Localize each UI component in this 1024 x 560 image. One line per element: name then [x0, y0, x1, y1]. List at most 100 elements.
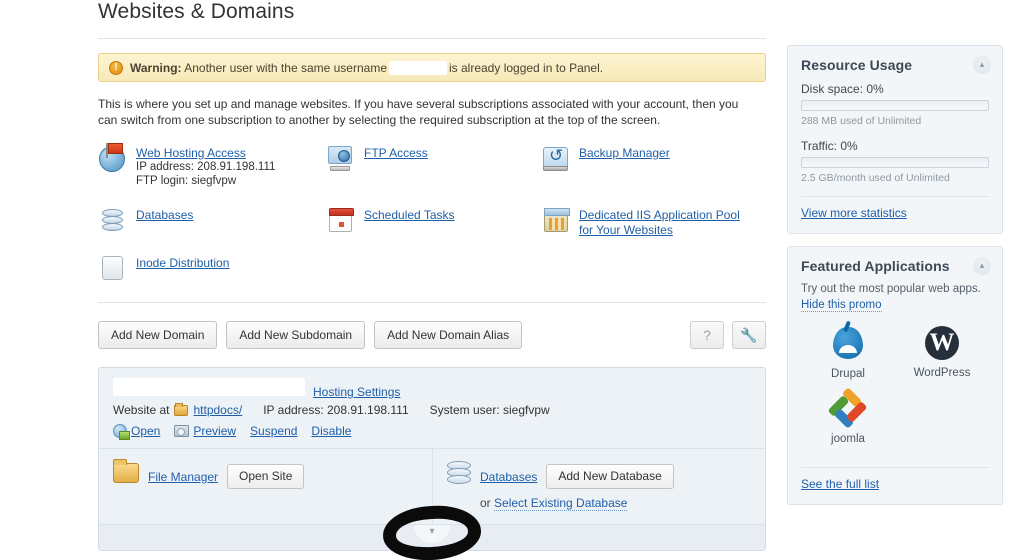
- scheduled-tasks-link[interactable]: Scheduled Tasks: [364, 208, 455, 222]
- ftp-access-link[interactable]: FTP Access: [364, 146, 428, 160]
- domain-tools: File Manager Open Site Databases Add New…: [99, 449, 765, 524]
- folder-large-icon: [113, 459, 139, 483]
- databases-section: Databases Add New Database or Select Exi…: [433, 449, 765, 524]
- database-large-icon: [447, 461, 471, 485]
- main-content: Websites & Domains ! Warning: Another us…: [98, 0, 766, 551]
- preview-link[interactable]: Preview: [193, 424, 236, 438]
- domain-title-row: Hosting Settings: [113, 378, 751, 399]
- backup-drive-icon: [541, 144, 571, 174]
- chevron-up-icon[interactable]: ▴: [973, 56, 991, 74]
- iis-pool-icon: [541, 206, 571, 236]
- resource-usage-title: Resource Usage: [801, 57, 913, 73]
- document-icon: [98, 254, 128, 284]
- website-at-label: Website at: [113, 403, 170, 417]
- databases-link[interactable]: Databases: [136, 208, 193, 222]
- wordpress-logo: W: [923, 326, 961, 364]
- domain-info-line: Website at httpdocs/ IP address: 208.91.…: [113, 402, 751, 417]
- globe-flag-icon: [98, 143, 128, 174]
- shortcut-ftp-access[interactable]: FTP Access: [326, 144, 541, 188]
- domain-card-header: Hosting Settings Website at httpdocs/ IP…: [99, 368, 765, 448]
- suspend-link[interactable]: Suspend: [250, 424, 297, 438]
- question-mark-icon[interactable]: ?: [690, 321, 724, 349]
- warning-text-before: Another user with the same username: [184, 60, 387, 75]
- panel-divider: [801, 467, 989, 468]
- app-drupal[interactable]: Drupal: [801, 324, 895, 380]
- warning-label: Warning:: [130, 60, 182, 75]
- redacted-username: [389, 60, 447, 75]
- panel-divider: [801, 196, 989, 197]
- view-more-statistics-link[interactable]: View more statistics: [801, 206, 907, 220]
- disk-space-label: Disk space: 0%: [801, 82, 884, 96]
- dedicated-iis-pool-link-line2[interactable]: for Your Websites: [579, 223, 673, 237]
- open-action[interactable]: Open: [113, 424, 160, 440]
- file-manager-section: File Manager Open Site: [99, 449, 433, 524]
- preview-action[interactable]: Preview: [174, 424, 236, 438]
- app-joomla[interactable]: joomla: [801, 387, 895, 445]
- ftp-server-icon: [326, 144, 356, 174]
- inode-distribution-link[interactable]: Inode Distribution: [136, 256, 229, 270]
- app-joomla-label: joomla: [831, 433, 865, 445]
- traffic-label: Traffic: 0%: [801, 139, 858, 153]
- wrench-icon[interactable]: 🔧: [732, 321, 766, 349]
- add-new-domain-button[interactable]: Add New Domain: [98, 321, 218, 349]
- shortcut-inode-distribution[interactable]: Inode Distribution: [98, 254, 326, 284]
- shortcut-row: Databases Scheduled Tasks Dedicated IIS …: [98, 206, 766, 238]
- page-title: Websites & Domains: [98, 0, 295, 23]
- hosting-settings-link[interactable]: Hosting Settings: [313, 385, 400, 399]
- redacted-domain-name: [113, 378, 305, 396]
- add-new-domain-alias-button[interactable]: Add New Domain Alias: [374, 321, 523, 349]
- shortcut-grid: Web Hosting Access IP address: 208.91.19…: [98, 143, 766, 284]
- web-hosting-ip: IP address: 208.91.198.111: [136, 161, 276, 173]
- shortcut-scheduled-tasks[interactable]: Scheduled Tasks: [326, 206, 541, 238]
- intro-paragraph: This is where you set up and manage webs…: [98, 97, 739, 127]
- database-icon: [98, 206, 128, 236]
- action-toolbar: Add New Domain Add New Subdomain Add New…: [98, 321, 766, 349]
- drupal-logo: [829, 327, 867, 365]
- chevron-up-icon[interactable]: ▴: [973, 257, 991, 275]
- disk-space-note: 288 MB used of Unlimited: [801, 115, 922, 127]
- shortcut-backup-manager[interactable]: Backup Manager: [541, 144, 766, 188]
- app-wordpress[interactable]: W WordPress: [895, 324, 989, 380]
- backup-manager-link[interactable]: Backup Manager: [579, 146, 670, 160]
- chevron-down-icon[interactable]: ▾: [414, 525, 450, 543]
- shortcut-databases[interactable]: Databases: [98, 206, 326, 238]
- shortcut-web-hosting-access[interactable]: Web Hosting Access IP address: 208.91.19…: [98, 143, 326, 188]
- warning-message: Warning: Another user with the same user…: [130, 60, 603, 75]
- domain-ip-address: IP address: 208.91.198.111: [263, 403, 409, 417]
- right-sidebar: ▴ Resource Usage Disk space: 0% 288 MB u…: [787, 45, 1003, 517]
- shortcut-row: Inode Distribution: [98, 254, 766, 284]
- open-site-button[interactable]: Open Site: [227, 464, 305, 489]
- add-new-subdomain-button[interactable]: Add New Subdomain: [226, 321, 366, 349]
- file-manager-row: File Manager Open Site: [148, 464, 305, 489]
- see-full-list-link[interactable]: See the full list: [801, 477, 879, 491]
- resource-usage-panel: ▴ Resource Usage Disk space: 0% 288 MB u…: [787, 45, 1003, 234]
- open-link[interactable]: Open: [131, 424, 160, 438]
- shortcut-row: Web Hosting Access IP address: 208.91.19…: [98, 143, 766, 188]
- hide-this-promo-link[interactable]: Hide this promo: [801, 299, 882, 312]
- title-divider: [98, 38, 766, 39]
- section-divider: [98, 302, 766, 303]
- select-existing-database-row: or Select Existing Database: [480, 496, 674, 511]
- app-wordpress-label: WordPress: [913, 367, 971, 379]
- domain-system-user: System user: siegfvpw: [429, 403, 550, 417]
- disable-link[interactable]: Disable: [311, 424, 351, 438]
- toolbar-right-group: ? 🔧: [682, 321, 766, 349]
- databases-row: Databases Add New Database: [480, 464, 674, 489]
- dedicated-iis-pool-link-line1[interactable]: Dedicated IIS Application Pool: [579, 208, 740, 222]
- select-existing-database-link[interactable]: Select Existing Database: [494, 496, 628, 511]
- web-hosting-access-link[interactable]: Web Hosting Access: [136, 146, 246, 160]
- disk-space-progress-bar: [801, 100, 989, 111]
- databases-link-card[interactable]: Databases: [480, 470, 537, 484]
- add-new-database-button[interactable]: Add New Database: [546, 464, 674, 489]
- docroot-link[interactable]: httpdocs/: [193, 403, 242, 417]
- domain-action-links: Open Preview Suspend Disable: [113, 424, 751, 440]
- shortcut-dedicated-iis-pool[interactable]: Dedicated IIS Application Pool for Your …: [541, 206, 766, 238]
- app-drupal-label: Drupal: [831, 368, 865, 380]
- promo-text: Try out the most popular web apps.: [801, 283, 981, 295]
- warning-exclamation-icon: !: [109, 60, 123, 75]
- preview-window-icon: [174, 425, 190, 437]
- joomla-logo: [827, 387, 868, 430]
- calendar-icon: [326, 206, 356, 236]
- file-manager-link[interactable]: File Manager: [148, 470, 218, 484]
- traffic-note: 2.5 GB/month used of Unlimited: [801, 172, 950, 184]
